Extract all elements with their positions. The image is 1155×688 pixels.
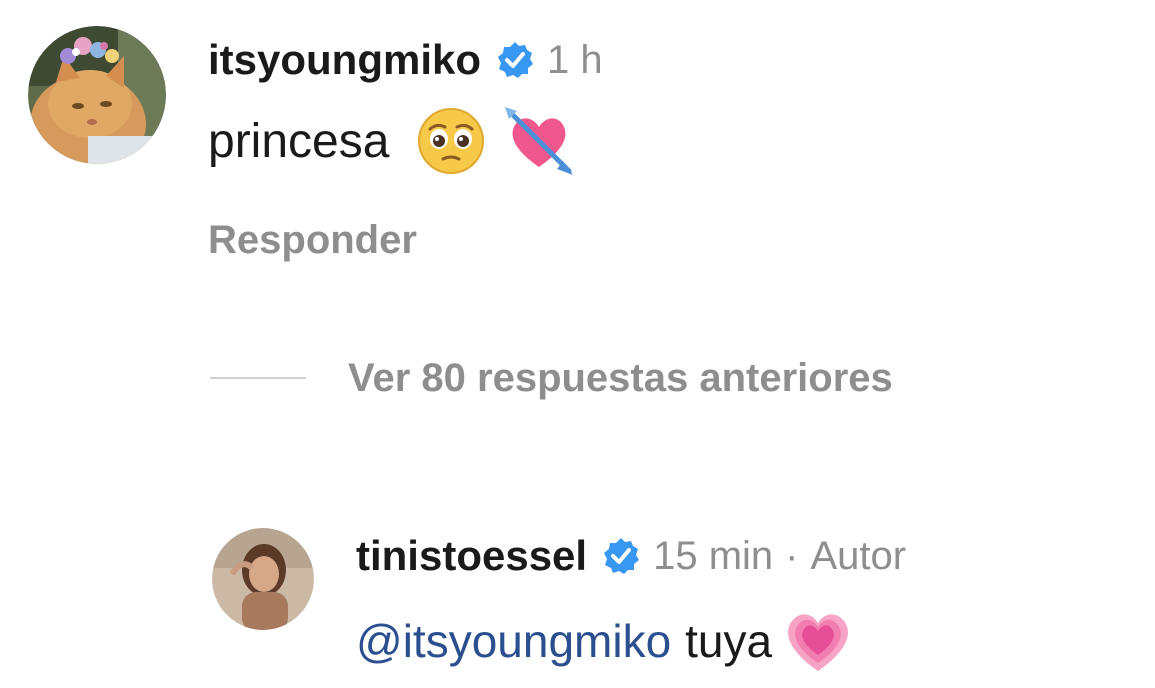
avatar-cat-photo (28, 26, 166, 164)
avatar[interactable] (28, 26, 166, 164)
meta-separator: · (785, 533, 799, 578)
avatar-person-photo (212, 528, 314, 630)
comment-body: @itsyoungmiko tuya (356, 604, 854, 678)
comment-time: 15 min (653, 533, 774, 578)
view-previous-replies-button[interactable]: Ver 80 respuestas anteriores (210, 350, 893, 406)
comment-header: tinistoessel 15 min · Autor (356, 528, 906, 584)
view-replies-label: Ver 80 respuestas anteriores (348, 355, 893, 400)
heart-with-arrow-emoji-icon (503, 105, 575, 177)
reply-button[interactable]: Responder (208, 218, 417, 263)
username[interactable]: itsyoungmiko (208, 36, 481, 84)
comment-header: itsyoungmiko 1 h (208, 32, 603, 88)
growing-heart-emoji-icon (782, 605, 854, 677)
avatar[interactable] (212, 528, 314, 630)
comment-text: tuya (685, 615, 773, 667)
author-label: Autor (810, 533, 907, 578)
comment-body: princesa (208, 104, 575, 178)
username[interactable]: tinistoessel (356, 532, 587, 580)
verified-badge-icon (601, 536, 641, 576)
verified-badge-icon (495, 40, 535, 80)
mention-link[interactable]: @itsyoungmiko (356, 614, 671, 668)
pleading-face-emoji-icon (415, 105, 487, 177)
divider-line (210, 377, 306, 379)
comment-text: princesa (208, 114, 390, 168)
comment-time: 1 h (547, 37, 603, 82)
